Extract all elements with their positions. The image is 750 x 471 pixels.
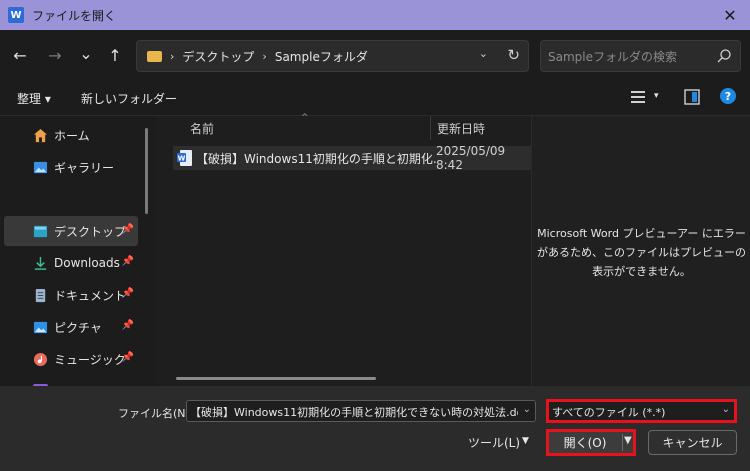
search-input[interactable] [548,48,708,66]
breadcrumb-separator-icon[interactable]: › [262,50,266,63]
preview-pane-icon[interactable] [683,88,701,106]
chevron-down-icon[interactable]: ⌄ [523,404,531,415]
word-app-icon: W [8,7,24,23]
pin-icon[interactable]: 📌 [122,320,134,331]
dialog-footer: ファイル名(N): ⌄ すべてのファイル (*.*) ⌄ ツール(L) ▼ 開く… [0,386,750,471]
address-bar[interactable]: › デスクトップ › Sampleフォルダ ⌄ ↻ [136,40,529,72]
tools-button[interactable]: ツール(L) [468,434,520,451]
sidebar-item-label: ギャラリー [54,160,115,175]
back-arrow-icon[interactable]: ← [9,44,31,66]
sidebar-item-label: ピクチャ [54,320,102,335]
filename-combobox[interactable]: ⌄ [186,400,536,422]
open-button[interactable]: 開く(O) [549,432,621,453]
file-name: 【破損】Windows11初期化の手順と初期化... [196,151,436,166]
help-icon[interactable]: ? [720,88,736,104]
up-arrow-icon[interactable]: ↑ [104,44,126,66]
address-dropdown-icon[interactable]: ⌄ [479,47,488,60]
preview-error-message: Microsoft Word プレビューアー にエラーがあるため、このファイルは… [537,227,746,278]
download-icon [34,256,47,270]
sidebar-item-music[interactable]: ミュージック 📌 [4,344,138,374]
sidebar-item-label: ホーム [54,128,90,143]
search-box[interactable] [540,40,741,72]
column-divider[interactable] [430,116,431,140]
new-folder-button[interactable]: 新しいフォルダー [81,90,177,107]
pin-icon[interactable]: 📌 [122,352,134,363]
gallery-icon [33,161,48,173]
chevron-down-icon[interactable]: ⌄ [722,404,730,415]
navigation-pane: ホーム ギャラリー デスクトップ 📌 Downloads 📌 ドキュメント 📌 … [0,116,156,386]
filename-label: ファイル名(N): [118,407,194,420]
music-icon [33,352,48,366]
document-icon [35,288,46,302]
sidebar-scrollbar[interactable] [145,128,148,214]
file-type-filter-select[interactable]: すべてのファイル (*.*) ⌄ [546,399,737,423]
navigation-bar: ← → ⌄ ↑ › デスクトップ › Sampleフォルダ ⌄ ↻ [0,30,750,80]
refresh-icon[interactable]: ↻ [507,46,520,64]
sidebar-item-label: ドキュメント [54,288,127,303]
preview-pane: Microsoft Word プレビューアー にエラーがあるため、このファイルは… [531,116,750,386]
breadcrumb-desktop[interactable]: デスクトップ [182,48,254,65]
pin-icon[interactable]: 📌 [122,224,134,235]
split-divider [622,434,623,451]
close-icon[interactable]: ✕ [720,5,740,25]
sidebar-item-downloads[interactable]: Downloads 📌 [4,248,138,278]
sidebar-item-partial[interactable] [4,376,138,386]
column-header-modified[interactable]: 更新日時 [437,120,485,144]
pin-icon[interactable]: 📌 [122,256,134,267]
title-bar: W ファイルを開く ✕ [0,0,750,30]
home-icon [33,128,48,142]
recent-locations-chevron-icon[interactable]: ⌄ [75,42,97,64]
sidebar-item-label: ミュージック [54,352,126,367]
open-split-button[interactable]: 開く(O) ▼ [546,429,636,456]
file-type-filter-value: すべてのファイル (*.*) [552,406,666,419]
file-modified-date: 2025/05/09 8:42 [436,144,506,172]
search-icon[interactable] [716,48,732,64]
column-header-name[interactable]: 名前 [190,120,214,144]
horizontal-scrollbar[interactable] [176,377,376,380]
sidebar-item-pictures[interactable]: ピクチャ 📌 [4,312,138,342]
breadcrumb-sample-folder[interactable]: Sampleフォルダ [275,48,368,65]
file-row[interactable]: W 【破損】Windows11初期化の手順と初期化... 2025/05/09 … [173,144,531,172]
view-dropdown-icon[interactable]: ▾ [654,91,659,101]
command-toolbar: 整理 ▾ 新しいフォルダー ▾ ? [0,80,750,116]
sort-ascending-icon: ^ [301,113,309,123]
file-list: 名前 ^ 更新日時 W 【破損】Windows11初期化の手順と初期化... 2… [158,113,531,386]
sidebar-item-gallery[interactable]: ギャラリー [4,152,138,182]
sidebar-item-label: Downloads [54,256,120,270]
folder-icon [147,50,162,62]
sidebar-item-label: デスクトップ [54,224,127,239]
open-options-dropdown-icon[interactable]: ▼ [624,435,632,446]
svg-text:W: W [178,155,186,163]
view-options-icon[interactable] [629,88,647,106]
pin-icon[interactable]: 📌 [122,288,134,299]
window-title: ファイルを開く [32,8,117,23]
tools-dropdown-icon[interactable]: ▼ [522,436,529,446]
sidebar-item-home[interactable]: ホーム [4,120,138,150]
sidebar-item-documents[interactable]: ドキュメント 📌 [4,280,138,310]
organize-button[interactable]: 整理 ▾ [17,90,51,107]
word-file-icon: W [177,150,192,166]
pictures-icon [33,321,48,333]
forward-arrow-icon[interactable]: → [44,44,66,66]
filename-input[interactable] [190,404,518,419]
sidebar-item-desktop[interactable]: デスクトップ 📌 [4,216,138,246]
breadcrumb-separator-icon[interactable]: › [170,50,174,63]
desktop-icon [33,225,48,237]
cancel-button[interactable]: キャンセル [648,430,737,455]
